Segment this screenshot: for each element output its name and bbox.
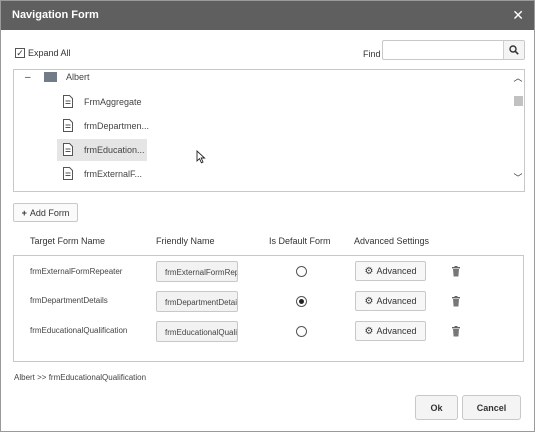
- chevron-down-icon[interactable]: ﹀: [512, 171, 524, 183]
- advanced-label: Advanced: [376, 326, 417, 336]
- friendly-name-field[interactable]: frmEducationalQuali: [156, 321, 238, 342]
- default-form-radio[interactable]: [296, 326, 307, 337]
- trash-icon[interactable]: [451, 266, 461, 277]
- column-header-target-form-name: Target Form Name: [30, 236, 106, 246]
- plus-icon: +: [21, 207, 27, 218]
- default-form-radio[interactable]: [296, 296, 307, 307]
- navigation-form-dialog: Navigation Form ✕ ✓ Expand All Find – Al…: [0, 0, 535, 432]
- advanced-settings-button[interactable]: ⚙ Advanced: [355, 321, 426, 341]
- breadcrumb: Albert >> frmEducationalQualification: [14, 373, 147, 382]
- gear-icon: ⚙: [364, 295, 374, 307]
- gear-icon: ⚙: [364, 265, 374, 277]
- document-icon: [63, 167, 73, 180]
- form-tree[interactable]: – Albert FrmAggregate frmDepartmen... fr…: [13, 69, 525, 192]
- tree-item[interactable]: frmDepartmen...: [62, 119, 149, 132]
- column-header-friendly-name: Friendly Name: [156, 236, 215, 246]
- tree-item-label: frmExternalF...: [84, 168, 143, 179]
- tree-scrollbar[interactable]: ︿ ﹀: [512, 70, 524, 191]
- trash-icon[interactable]: [451, 296, 461, 307]
- chevron-up-icon[interactable]: ︿: [512, 71, 524, 83]
- checkbox-checked-icon[interactable]: ✓: [15, 48, 25, 58]
- column-header-is-default-form: Is Default Form: [269, 236, 331, 246]
- find-label: Find: [363, 49, 381, 59]
- advanced-settings-button[interactable]: ⚙ Advanced: [355, 261, 426, 281]
- tree-item-label: FrmAggregate: [84, 96, 142, 107]
- tree-item-label: frmDepartmen...: [84, 120, 150, 131]
- target-form-name: frmDepartmentDetails: [30, 296, 108, 305]
- column-header-advanced-settings: Advanced Settings: [354, 236, 430, 246]
- expand-all-label: Expand All: [28, 48, 71, 58]
- find-input[interactable]: [385, 43, 503, 57]
- tree-item[interactable]: frmExternalF...: [62, 167, 142, 180]
- search-icon: [509, 45, 519, 55]
- tree-root-albert[interactable]: Albert: [44, 72, 90, 82]
- add-form-button[interactable]: + Add Form: [13, 203, 78, 222]
- dialog-titlebar: Navigation Form ✕: [1, 1, 534, 30]
- tree-item[interactable]: FrmAggregate: [62, 95, 142, 108]
- cancel-button[interactable]: Cancel: [462, 395, 521, 420]
- form-mapping-grid: frmExternalFormRepeater frmExternalFormR…: [13, 255, 524, 362]
- expand-all-checkbox[interactable]: ✓ Expand All: [15, 48, 71, 58]
- advanced-label: Advanced: [376, 296, 417, 306]
- tree-item-label: frmEducation...: [84, 144, 145, 155]
- advanced-settings-button[interactable]: ⚙ Advanced: [355, 291, 426, 311]
- folder-icon: [44, 72, 57, 82]
- close-icon[interactable]: ✕: [512, 7, 524, 24]
- gear-icon: ⚙: [364, 325, 374, 337]
- trash-icon[interactable]: [451, 326, 461, 337]
- target-form-name: frmExternalFormRepeater: [30, 267, 123, 276]
- dialog-title: Navigation Form: [12, 9, 99, 21]
- friendly-name-field[interactable]: frmDepartmentDetai: [156, 291, 238, 312]
- friendly-name-field[interactable]: frmExternalFormRep: [156, 261, 238, 282]
- scrollbar-thumb[interactable]: [514, 96, 523, 106]
- target-form-name: frmEducationalQualification: [30, 326, 128, 335]
- mouse-cursor-icon: [196, 150, 206, 164]
- advanced-label: Advanced: [376, 266, 417, 276]
- add-form-label: Add Form: [29, 207, 70, 218]
- default-form-radio[interactable]: [296, 266, 307, 277]
- document-icon: [63, 119, 73, 132]
- search-button[interactable]: [503, 41, 524, 59]
- document-icon: [63, 143, 73, 156]
- collapse-icon[interactable]: –: [25, 72, 31, 83]
- document-icon: [63, 95, 73, 108]
- ok-button[interactable]: Ok: [415, 395, 458, 420]
- tree-item-selected[interactable]: frmEducation...: [62, 143, 145, 156]
- tree-root-label: Albert: [66, 72, 90, 82]
